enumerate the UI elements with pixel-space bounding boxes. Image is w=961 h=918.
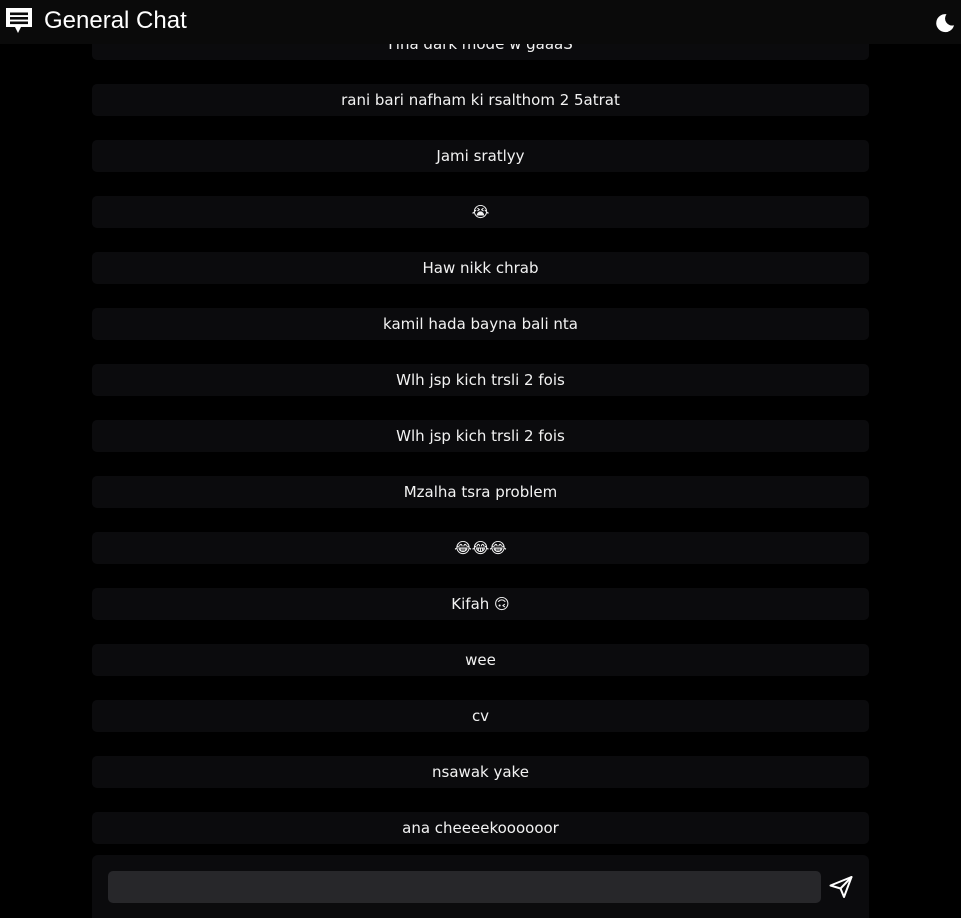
chat-bubble-icon <box>6 8 32 33</box>
message-bubble: 😂😂😂 <box>92 532 869 564</box>
message-bubble: Wlh jsp kich trsli 2 fois <box>92 420 869 452</box>
message-bubble: Kifah 🙃 <box>92 588 869 620</box>
message-bubble: Haw nikk chrab <box>92 252 869 284</box>
app-header: General Chat <box>0 0 961 44</box>
message-bubble: Mzalha tsra problem <box>92 476 869 508</box>
message-input[interactable] <box>108 871 821 903</box>
message-bubble: nsawak yake <box>92 756 869 788</box>
message-bubble: Wlh jsp kich trsli 2 fois <box>92 364 869 396</box>
message-bubble: ana cheeeekoooooor <box>92 812 869 844</box>
message-bubble: cv <box>92 700 869 732</box>
message-bubble: rani bari nafham ki rsalthom 2 5atrat <box>92 84 869 116</box>
send-icon[interactable] <box>828 874 854 900</box>
message-bubble: Jami sratlyy <box>92 140 869 172</box>
message-list[interactable]: Fina dark mode w gaaaS rani bari nafham … <box>85 0 877 918</box>
chat-app: Fina dark mode w gaaaS rani bari nafham … <box>0 0 961 918</box>
message-bubble: 😭 <box>92 196 869 228</box>
message-bubble: wee <box>92 644 869 676</box>
chat-title: General Chat <box>44 7 187 34</box>
moon-icon[interactable] <box>934 12 956 34</box>
message-composer <box>92 855 869 918</box>
message-bubble: kamil hada bayna bali nta <box>92 308 869 340</box>
